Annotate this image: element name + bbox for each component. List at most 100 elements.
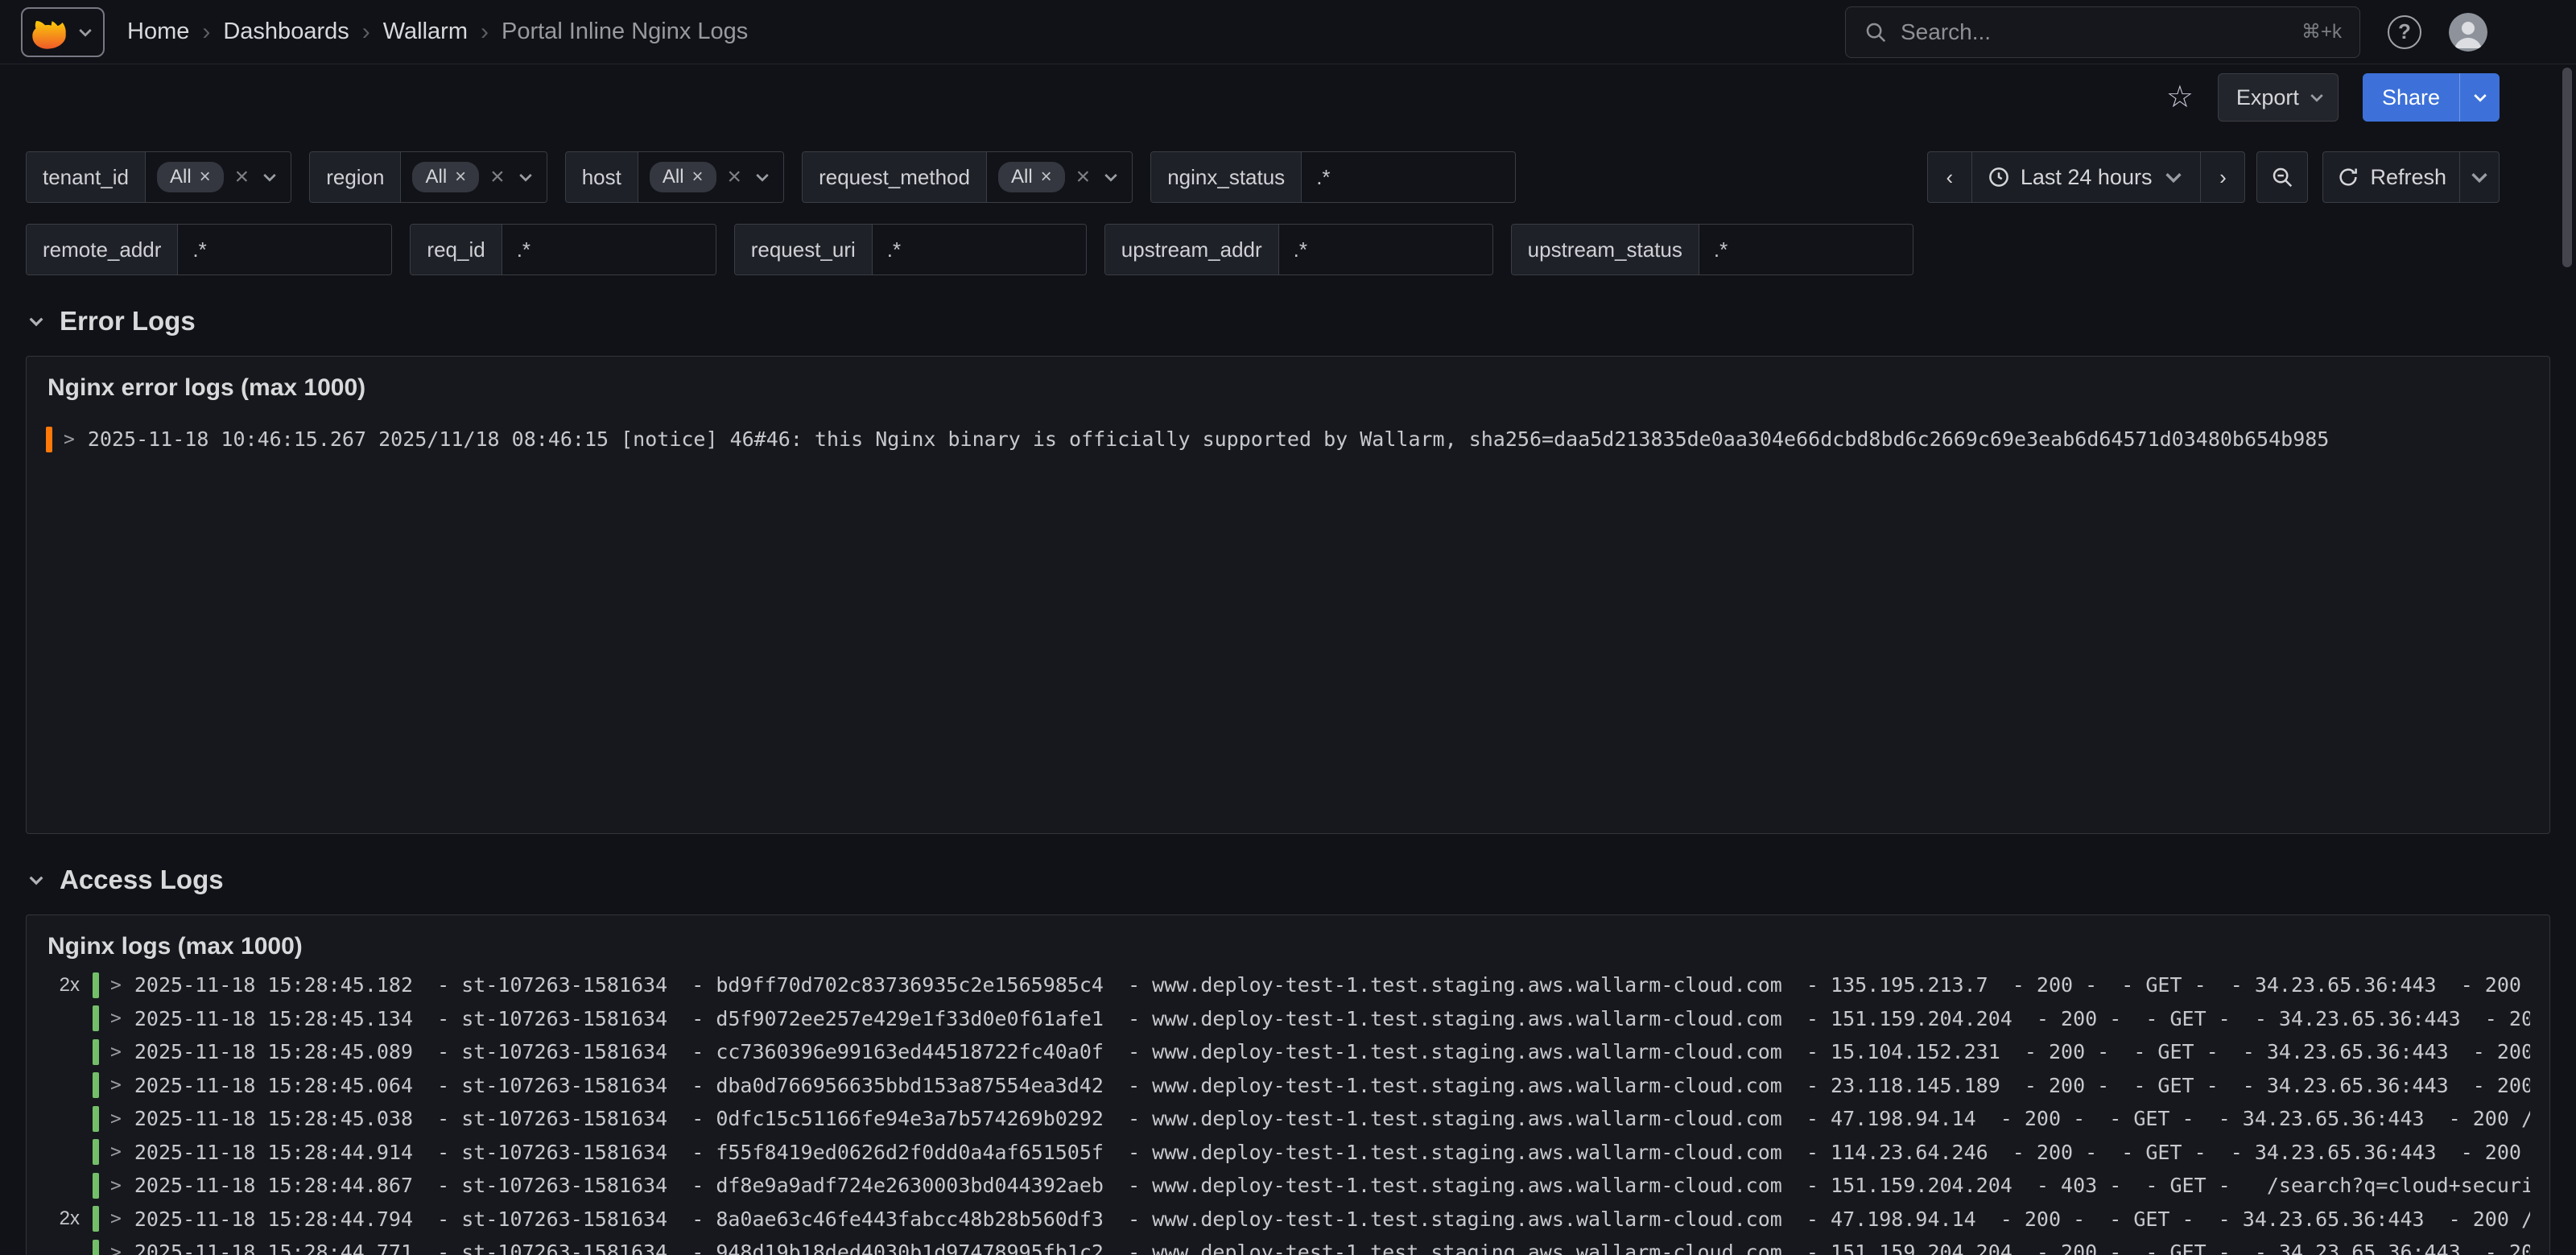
time-range-picker[interactable]: Last 24 hours [1971,151,2202,203]
section-header-error-logs[interactable]: Error Logs [26,304,2576,338]
selected-option-label: All [425,166,447,188]
chevron-down-icon[interactable] [1101,167,1121,187]
zoom-out-time-button[interactable] [2256,151,2308,203]
log-line-text: 2025-11-18 15:28:45.182 - st-107263-1581… [134,973,2530,997]
back-arrow-icon: ‹ [1946,165,1954,190]
filter-value-dropdown[interactable]: All × × [987,152,1132,202]
org-menu-toggle[interactable] [21,7,105,57]
clear-filter-icon[interactable]: × [235,165,250,189]
log-row[interactable]: 2x >2025-11-18 15:28:44.794 - st-107263-1… [46,1203,2530,1236]
filter-value-dropdown[interactable]: All × × [401,152,546,202]
remove-option-icon[interactable]: × [200,167,211,187]
share-menu-toggle[interactable] [2459,73,2500,122]
filter-label: tenant_id [27,152,146,202]
log-row[interactable]: >2025-11-18 15:28:44.867 - st-107263-158… [46,1169,2530,1203]
refresh-interval-toggle[interactable] [2459,151,2500,203]
access-logs-panel: Nginx logs (max 1000) 2x >2025-11-18 15:2… [26,914,2550,1255]
log-line-text: 2025-11-18 15:28:45.089 - st-107263-1581… [134,1040,2530,1063]
selected-option-chip[interactable]: All × [998,162,1065,192]
chevron-down-icon[interactable] [260,167,279,187]
remove-option-icon[interactable]: × [1041,167,1052,187]
share-button[interactable]: Share [2363,73,2459,122]
filter-label: region [310,152,401,202]
expand-log-icon[interactable]: > [110,1208,122,1229]
log-line-text: 2025-11-18 15:28:44.794 - st-107263-1581… [134,1208,2530,1231]
error-logs-panel: Nginx error logs (max 1000) >2025-11-18 … [26,356,2550,834]
chevron-down-icon[interactable] [753,167,772,187]
expand-log-icon[interactable]: > [110,1141,122,1162]
time-shift-forward-button[interactable]: › [2200,151,2245,203]
clear-filter-icon[interactable]: × [490,165,505,189]
expand-log-icon[interactable]: > [64,429,75,450]
log-level-bar [46,427,52,452]
log-row[interactable]: >2025-11-18 15:28:45.134 - st-107263-158… [46,1002,2530,1036]
expand-log-icon[interactable]: > [110,1108,122,1129]
filter-text-input[interactable]: .* [178,225,391,275]
chevron-down-icon [2471,88,2490,107]
filter-value-dropdown[interactable]: All × × [146,152,291,202]
expand-log-icon[interactable]: > [110,1075,122,1096]
scrollbar-thumb[interactable] [2562,68,2572,267]
chevron-down-icon [2467,165,2491,189]
expand-log-icon[interactable]: > [110,1175,122,1196]
clear-filter-icon[interactable]: × [728,165,742,189]
expand-log-icon[interactable]: > [110,1042,122,1063]
log-row[interactable]: >2025-11-18 15:28:45.089 - st-107263-158… [46,1035,2530,1069]
expand-log-icon[interactable]: > [110,1008,122,1029]
filter-value-dropdown[interactable]: All×× [638,152,783,202]
user-avatar[interactable] [2449,13,2487,52]
section-title: Access Logs [60,865,224,895]
log-line-text: 2025-11-18 15:28:45.134 - st-107263-1581… [134,1007,2530,1030]
search-icon [1864,20,1888,44]
selected-option-label: All [1011,166,1033,188]
log-level-bar [93,1106,99,1132]
duplicate-count: 2x [46,974,93,997]
filter-text-input[interactable]: .* [1302,152,1515,202]
dashboard-toolbar: ☆ Export Share [0,64,2576,130]
remove-option-icon[interactable]: × [692,167,704,187]
breadcrumb-item[interactable]: Dashboards [223,19,349,45]
log-line-text: 2025-11-18 15:28:45.064 - st-107263-1581… [134,1074,2530,1097]
log-row[interactable]: >2025-11-18 10:46:15.267 2025/11/18 08:4… [46,423,2530,456]
log-level-bar [93,1173,99,1199]
selected-option-chip[interactable]: All × [157,162,224,192]
breadcrumb-separator: › [481,19,489,46]
chevron-down-icon [2161,165,2186,189]
export-button[interactable]: Export [2218,73,2339,122]
log-row[interactable]: >2025-11-18 15:28:44.914 - st-107263-158… [46,1136,2530,1170]
filter-text-input[interactable]: .* [502,225,716,275]
help-icon: ? [2398,19,2411,44]
log-row[interactable]: >2025-11-18 15:28:44.771 - st-107263-158… [46,1236,2530,1255]
selected-option-chip[interactable]: All× [650,162,716,192]
breadcrumb-item[interactable]: Home [127,19,189,45]
panel-title[interactable]: Nginx error logs (max 1000) [27,357,2549,402]
log-row[interactable]: 2x >2025-11-18 15:28:45.182 - st-107263-1… [46,968,2530,1002]
chevron-down-icon [2307,88,2326,107]
filter-text-input[interactable]: .* [1699,225,1913,275]
log-line-text: 2025-11-18 15:28:44.867 - st-107263-1581… [134,1174,2530,1197]
grafana-logo-icon [31,14,68,51]
search-input[interactable]: Search... ⌘+k [1845,6,2360,58]
favorite-star-icon[interactable]: ☆ [2166,82,2194,113]
chevron-down-icon[interactable] [516,167,535,187]
duplicate-count: 2x [46,1208,93,1230]
selected-option-chip[interactable]: All × [412,162,479,192]
breadcrumb-item[interactable]: Wallarm [383,19,468,45]
expand-log-icon[interactable]: > [110,1242,122,1255]
filter-text-input[interactable]: .* [1279,225,1492,275]
help-button[interactable]: ? [2388,15,2421,49]
search-placeholder: Search... [1901,19,2289,45]
section-header-access-logs[interactable]: Access Logs [26,863,2576,897]
filter-text-input[interactable]: .* [873,225,1086,275]
selected-option-label: All [170,166,192,188]
log-row[interactable]: >2025-11-18 15:28:45.064 - st-107263-158… [46,1069,2530,1103]
refresh-button[interactable]: Refresh [2322,151,2460,203]
user-icon [2449,13,2487,52]
log-row[interactable]: >2025-11-18 15:28:45.038 - st-107263-158… [46,1102,2530,1136]
panel-title[interactable]: Nginx logs (max 1000) [27,915,2549,960]
error-log-list: >2025-11-18 10:46:15.267 2025/11/18 08:4… [27,423,2549,456]
remove-option-icon[interactable]: × [455,167,466,187]
clear-filter-icon[interactable]: × [1076,165,1091,189]
time-shift-back-button[interactable]: ‹ [1927,151,1972,203]
expand-log-icon[interactable]: > [110,975,122,996]
